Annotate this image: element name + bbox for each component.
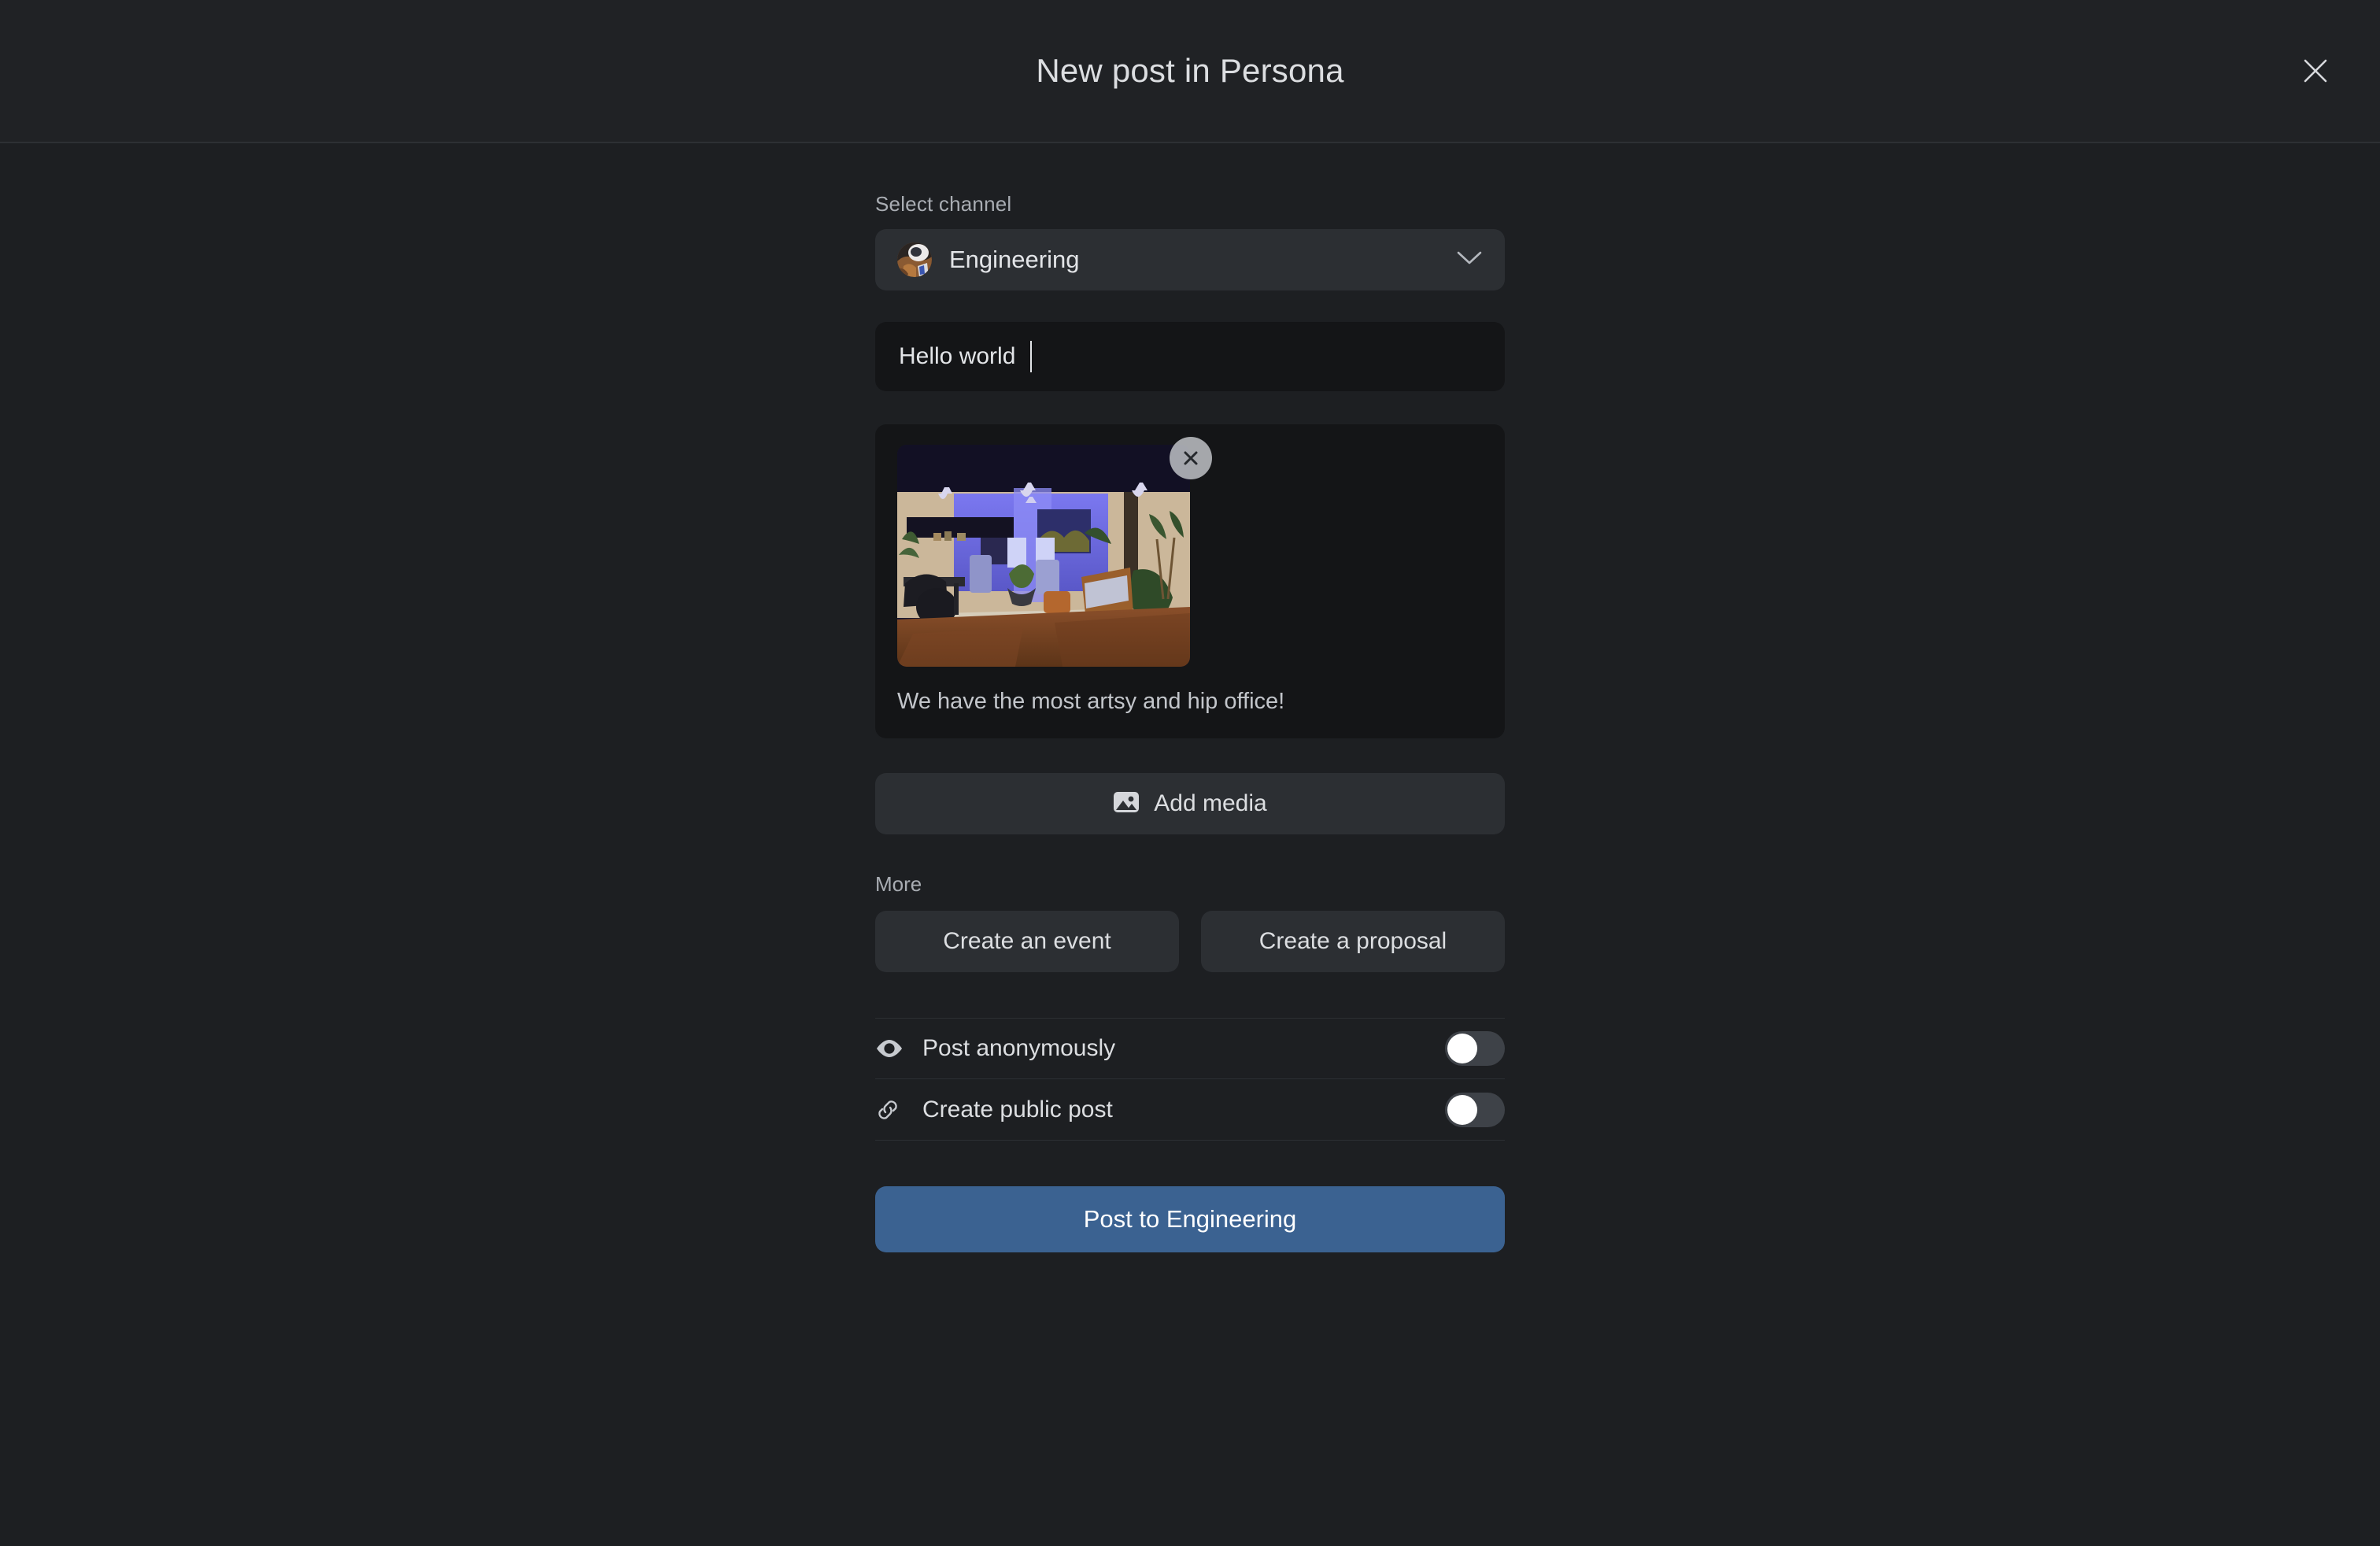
modal-body: Select channel Engineering Hello world W…	[0, 143, 2380, 1252]
office-photo	[897, 445, 1190, 667]
channel-avatar	[897, 242, 932, 277]
selected-channel-name: Engineering	[949, 246, 1080, 273]
image-icon	[1113, 790, 1140, 818]
post-text-value: Hello world	[899, 343, 1022, 369]
create-event-button[interactable]: Create an event	[875, 911, 1179, 972]
new-post-form: Select channel Engineering Hello world W…	[875, 192, 1505, 1252]
media-attachment-card: We have the most artsy and hip office!	[875, 424, 1505, 738]
toggle-knob	[1447, 1094, 1477, 1125]
channel-avatar-photo-icon	[897, 242, 932, 277]
post-anonymously-label: Post anonymously	[922, 1035, 1116, 1061]
post-anonymously-row: Post anonymously	[875, 1018, 1505, 1079]
media-thumbnail-image[interactable]	[897, 445, 1190, 667]
channel-selector[interactable]: Engineering	[875, 229, 1505, 290]
remove-media-button[interactable]	[1170, 437, 1212, 479]
add-media-button[interactable]: Add media	[875, 773, 1505, 834]
more-actions: Create an event Create a proposal	[875, 911, 1505, 972]
close-button[interactable]	[2290, 46, 2341, 96]
modal-header: New post in Persona	[0, 0, 2380, 143]
post-anonymously-toggle[interactable]	[1445, 1031, 1505, 1066]
link-icon	[875, 1097, 911, 1123]
new-post-modal: New post in Persona Select channel Engin…	[0, 0, 2380, 1546]
close-icon	[2304, 59, 2327, 83]
chevron-down-icon	[1456, 250, 1483, 271]
media-caption: We have the most artsy and hip office!	[897, 689, 1285, 714]
select-channel-label: Select channel	[875, 192, 1012, 216]
toggle-knob	[1447, 1034, 1477, 1063]
eye-icon	[875, 1038, 911, 1059]
media-thumbnail-wrapper	[897, 437, 1212, 667]
create-public-post-row: Create public post	[875, 1079, 1505, 1141]
create-public-post-toggle[interactable]	[1445, 1092, 1505, 1127]
create-proposal-button[interactable]: Create a proposal	[1201, 911, 1505, 972]
submit-post-button[interactable]: Post to Engineering	[875, 1186, 1505, 1252]
post-text-input[interactable]: Hello world	[875, 322, 1505, 391]
add-media-label: Add media	[1154, 790, 1267, 816]
create-public-post-label: Create public post	[922, 1096, 1113, 1123]
page-title: New post in Persona	[1036, 52, 1344, 89]
more-section-label: More	[875, 872, 922, 896]
text-caret	[1029, 341, 1032, 372]
close-icon	[1184, 451, 1198, 465]
